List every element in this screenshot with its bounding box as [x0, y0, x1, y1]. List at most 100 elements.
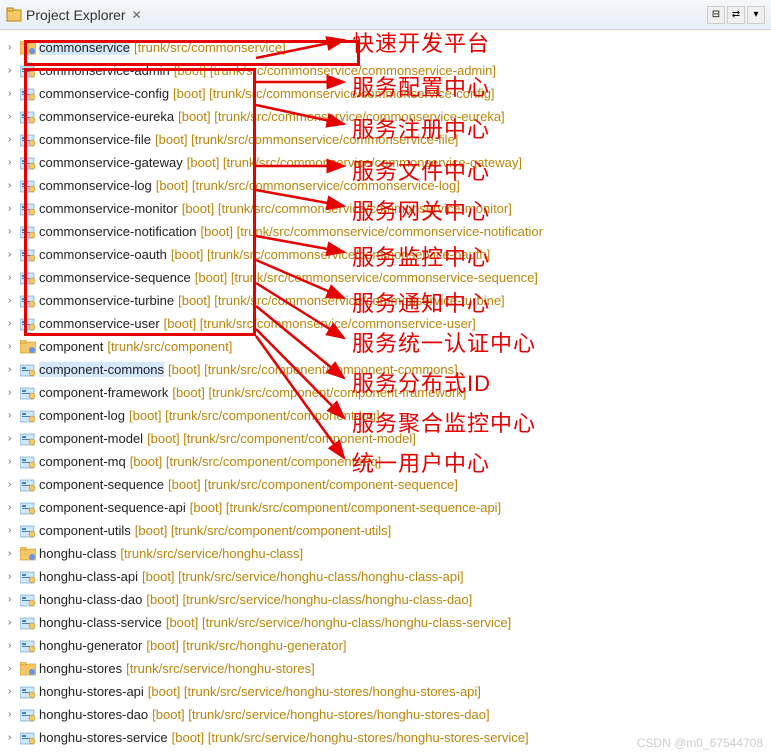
tree-item[interactable]: ›honghu-class[trunk/src/service/honghu-c… — [8, 542, 771, 565]
project-icon — [20, 593, 36, 607]
link-editor-button[interactable]: ⇄ — [727, 6, 745, 24]
item-meta: [boot] [trunk/src/component/component-mq… — [130, 454, 381, 469]
item-meta: [boot] [trunk/src/component/component-fr… — [172, 385, 466, 400]
project-icon — [20, 317, 36, 331]
tree-item[interactable]: ›commonservice-monitor[boot] [trunk/src/… — [8, 197, 771, 220]
tree-item[interactable]: ›honghu-class-dao[boot] [trunk/src/servi… — [8, 588, 771, 611]
item-name: commonservice-notification — [39, 224, 197, 239]
expand-icon[interactable]: › — [8, 65, 20, 76]
project-icon — [20, 731, 36, 745]
tree-item[interactable]: ›commonservice-oauth[boot] [trunk/src/co… — [8, 243, 771, 266]
tree-item[interactable]: ›honghu-stores[trunk/src/service/honghu-… — [8, 657, 771, 680]
item-name: commonservice-monitor — [39, 201, 178, 216]
item-name: commonservice — [39, 40, 130, 55]
expand-icon[interactable]: › — [8, 364, 20, 375]
collapse-all-button[interactable]: ⊟ — [707, 6, 725, 24]
expand-icon[interactable]: › — [8, 686, 20, 697]
tree-item[interactable]: ›commonservice-eureka[boot] [trunk/src/c… — [8, 105, 771, 128]
project-icon — [20, 501, 36, 515]
project-icon — [20, 685, 36, 699]
tree-item[interactable]: ›commonservice-sequence[boot] [trunk/src… — [8, 266, 771, 289]
expand-icon[interactable]: › — [8, 617, 20, 628]
item-meta: [boot] [trunk/src/commonservice/commonse… — [187, 155, 522, 170]
tree-item[interactable]: ›commonservice-admin[boot] [trunk/src/co… — [8, 59, 771, 82]
tree-item[interactable]: › component-framework [boot] [trunk/src/co… — [8, 381, 771, 404]
expand-icon[interactable]: › — [8, 157, 20, 168]
tree-item[interactable]: ›component-sequence-api[boot] [trunk/src… — [8, 496, 771, 519]
project-tree[interactable]: ›commonservice[trunk/src/commonservice]›… — [0, 30, 771, 755]
item-meta: [boot] [trunk/src/service/honghu-stores/… — [152, 707, 489, 722]
expand-icon[interactable]: › — [8, 502, 20, 513]
expand-icon[interactable]: › — [8, 456, 20, 467]
tree-item[interactable]: ›commonservice[trunk/src/commonservice] — [8, 36, 771, 59]
item-meta: [boot] [trunk/src/service/honghu-class/h… — [166, 615, 511, 630]
view-title: Project Explorer — [26, 7, 126, 23]
project-icon — [20, 179, 36, 193]
expand-icon[interactable]: › — [8, 571, 20, 582]
item-meta: [boot] [trunk/src/service/honghu-stores/… — [148, 684, 481, 699]
expand-icon[interactable]: › — [8, 387, 20, 398]
close-icon[interactable]: ✕ — [132, 8, 142, 22]
expand-icon[interactable]: › — [8, 42, 20, 53]
expand-icon[interactable]: › — [8, 433, 20, 444]
tree-item[interactable]: ›commonservice-turbine[boot] [trunk/src/… — [8, 289, 771, 312]
project-icon — [20, 639, 36, 653]
expand-icon[interactable]: › — [8, 341, 20, 352]
project-icon — [20, 363, 36, 377]
item-name: honghu-class-api — [39, 569, 138, 584]
item-name: component-framework — [39, 385, 168, 400]
tree-item[interactable]: ›honghu-stores-api[boot] [trunk/src/serv… — [8, 680, 771, 703]
expand-icon[interactable]: › — [8, 640, 20, 651]
item-name: honghu-class-dao — [39, 592, 142, 607]
expand-icon[interactable]: › — [8, 479, 20, 490]
tree-item[interactable]: ›honghu-stores-dao[boot] [trunk/src/serv… — [8, 703, 771, 726]
item-name: component — [39, 339, 103, 354]
view-menu-button[interactable]: ▾ — [747, 6, 765, 24]
expand-icon[interactable]: › — [8, 134, 20, 145]
project-icon — [20, 616, 36, 630]
expand-icon[interactable]: › — [8, 226, 20, 237]
project-icon — [20, 570, 36, 584]
tree-item[interactable]: ›component-utils[boot] [trunk/src/compon… — [8, 519, 771, 542]
expand-icon[interactable]: › — [8, 272, 20, 283]
expand-icon[interactable]: › — [8, 249, 20, 260]
expand-icon[interactable]: › — [8, 318, 20, 329]
expand-icon[interactable]: › — [8, 410, 20, 421]
tree-item[interactable]: ›component-sequence[boot] [trunk/src/com… — [8, 473, 771, 496]
tree-item[interactable]: ›commonservice-user[boot] [trunk/src/com… — [8, 312, 771, 335]
item-meta: [boot] [trunk/src/commonservice/commonse… — [201, 224, 543, 239]
project-icon — [20, 248, 36, 262]
project-icon — [20, 478, 36, 492]
tree-item[interactable]: › commonservice-notification [boot] [trunk… — [8, 220, 771, 243]
expand-icon[interactable]: › — [8, 180, 20, 191]
tree-item[interactable]: ›component-log[boot] [trunk/src/componen… — [8, 404, 771, 427]
item-name: commonservice-eureka — [39, 109, 174, 124]
tree-item[interactable]: ›component-model[boot] [trunk/src/compon… — [8, 427, 771, 450]
expand-icon[interactable]: › — [8, 663, 20, 674]
expand-icon[interactable]: › — [8, 709, 20, 720]
tree-item[interactable]: ›component-commons[boot] [trunk/src/comp… — [8, 358, 771, 381]
tree-item[interactable]: ›commonservice-log[boot] [trunk/src/comm… — [8, 174, 771, 197]
tree-item[interactable]: ›honghu-class-api[boot] [trunk/src/servi… — [8, 565, 771, 588]
tree-item[interactable]: ›commonservice-gateway[boot] [trunk/src/… — [8, 151, 771, 174]
expand-icon[interactable]: › — [8, 111, 20, 122]
tree-item[interactable]: ›honghu-generator[boot] [trunk/src/hongh… — [8, 634, 771, 657]
expand-icon[interactable]: › — [8, 295, 20, 306]
expand-icon[interactable]: › — [8, 88, 20, 99]
tree-item[interactable]: ›component[trunk/src/component] — [8, 335, 771, 358]
item-meta: [boot] [trunk/src/commonservice/commonse… — [178, 293, 505, 308]
tree-item[interactable]: ›component-mq[boot] [trunk/src/component… — [8, 450, 771, 473]
item-name: commonservice-oauth — [39, 247, 167, 262]
item-name: component-model — [39, 431, 143, 446]
expand-icon[interactable]: › — [8, 525, 20, 536]
expand-icon[interactable]: › — [8, 732, 20, 743]
item-name: component-sequence-api — [39, 500, 186, 515]
expand-icon[interactable]: › — [8, 594, 20, 605]
tree-item[interactable]: ›commonservice-file[boot] [trunk/src/com… — [8, 128, 771, 151]
tree-item[interactable]: ›commonservice-config[boot] [trunk/src/c… — [8, 82, 771, 105]
expand-icon[interactable]: › — [8, 203, 20, 214]
tree-item[interactable]: ›honghu-class-service[boot] [trunk/src/s… — [8, 611, 771, 634]
expand-icon[interactable]: › — [8, 548, 20, 559]
item-name: honghu-class — [39, 546, 116, 561]
item-name: component-utils — [39, 523, 131, 538]
